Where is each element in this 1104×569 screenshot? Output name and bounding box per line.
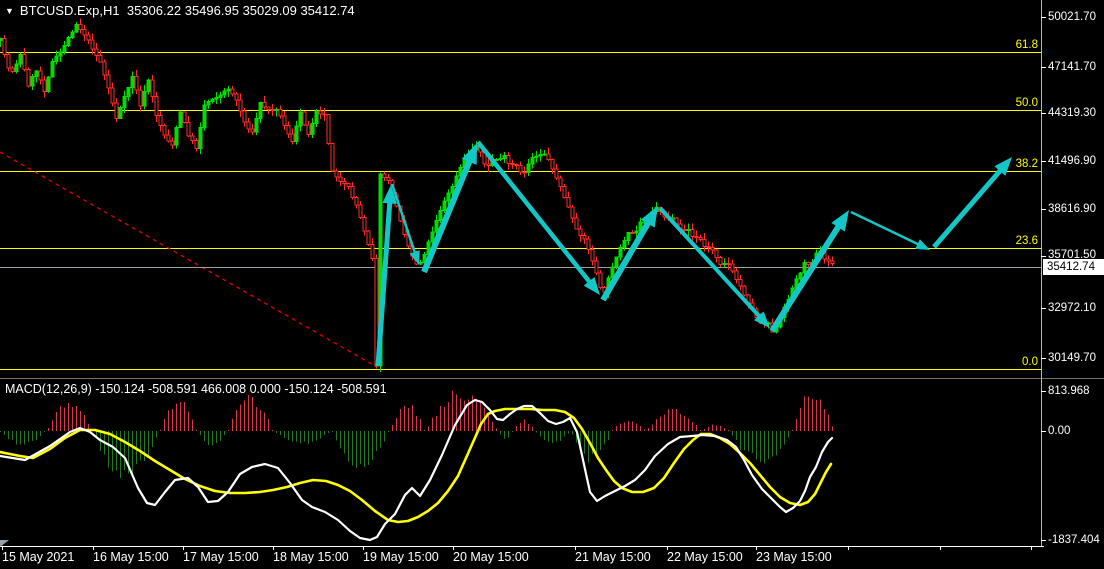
low-value: 35029.09 (243, 3, 297, 18)
chart-title: ▼ BTCUSD.Exp,H1 35306.22 35496.95 35029.0… (5, 3, 355, 18)
chart-canvas[interactable] (0, 0, 1104, 569)
symbol-dropdown-icon[interactable]: ▼ (5, 6, 14, 16)
title-spacer (120, 3, 127, 18)
scroll-corner-icon (0, 540, 9, 547)
macd-indicator-label: MACD(12,26,9) -150.124 -508.591 466.008 … (5, 382, 387, 396)
current-price-box: 35412.74 (1043, 259, 1104, 275)
symbol-period-label: BTCUSD.Exp,H1 (20, 3, 120, 18)
high-value: 35496.95 (185, 3, 239, 18)
close-value: 35412.74 (300, 3, 354, 18)
open-value: 35306.22 (127, 3, 181, 18)
chart-window: ▼ BTCUSD.Exp,H1 35306.22 35496.95 35029.0… (0, 0, 1104, 569)
